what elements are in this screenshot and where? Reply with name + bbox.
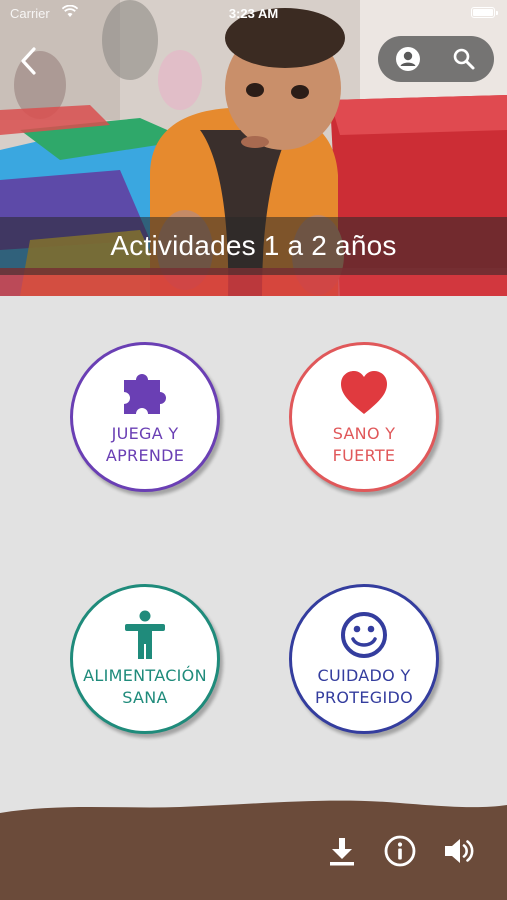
status-bar: Carrier 3:23 AM [0, 0, 507, 26]
category-label-line2: PROTEGIDO [315, 688, 413, 707]
bottom-bar [0, 795, 507, 900]
person-icon [123, 609, 167, 661]
category-label-line1: ALIMENTACIÓN [83, 666, 207, 685]
category-label-line1: SANO Y [332, 424, 396, 443]
puzzle-piece-icon [120, 367, 170, 419]
status-time: 3:23 AM [228, 6, 279, 21]
info-icon [384, 835, 416, 867]
category-label: CUIDADO Y PROTEGIDO [296, 665, 432, 709]
category-label: JUEGA Y APRENDE [77, 423, 213, 467]
title-band: Actividades 1 a 2 años [0, 217, 507, 275]
info-button[interactable] [382, 833, 418, 869]
category-sano-y-fuerte[interactable]: SANO Y FUERTE [289, 342, 439, 492]
smiley-icon [339, 609, 389, 661]
category-label: SANO Y FUERTE [296, 423, 432, 467]
heart-icon [339, 367, 389, 419]
sound-button[interactable] [441, 833, 477, 869]
back-button[interactable] [14, 44, 44, 78]
chevron-left-icon [21, 47, 36, 75]
speaker-icon [445, 839, 474, 863]
account-button[interactable] [380, 36, 436, 82]
ground-wave [0, 800, 507, 900]
search-icon [453, 48, 475, 70]
category-label-line1: CUIDADO Y [317, 666, 411, 685]
download-icon [330, 838, 354, 866]
category-alimentacion-sana[interactable]: ALIMENTACIÓN SANA [70, 584, 220, 734]
category-label: ALIMENTACIÓN SANA [77, 665, 213, 709]
user-icon [396, 47, 420, 71]
category-label-line2: APRENDE [105, 446, 185, 465]
category-label-line2: SANA [122, 688, 168, 707]
header-actions [378, 36, 494, 82]
category-label-line2: FUERTE [332, 446, 396, 465]
category-cuidado-y-protegido[interactable]: CUIDADO Y PROTEGIDO [289, 584, 439, 734]
page-title: Actividades 1 a 2 años [110, 230, 397, 261]
battery-icon [471, 7, 498, 18]
category-juega-y-aprende[interactable]: JUEGA Y APRENDE [70, 342, 220, 492]
hero-banner: Carrier 3:23 AM Actividades 1 a 2 años [0, 0, 507, 296]
download-button[interactable] [324, 833, 360, 869]
search-button[interactable] [436, 36, 492, 82]
category-label-line1: JUEGA Y [111, 424, 179, 443]
